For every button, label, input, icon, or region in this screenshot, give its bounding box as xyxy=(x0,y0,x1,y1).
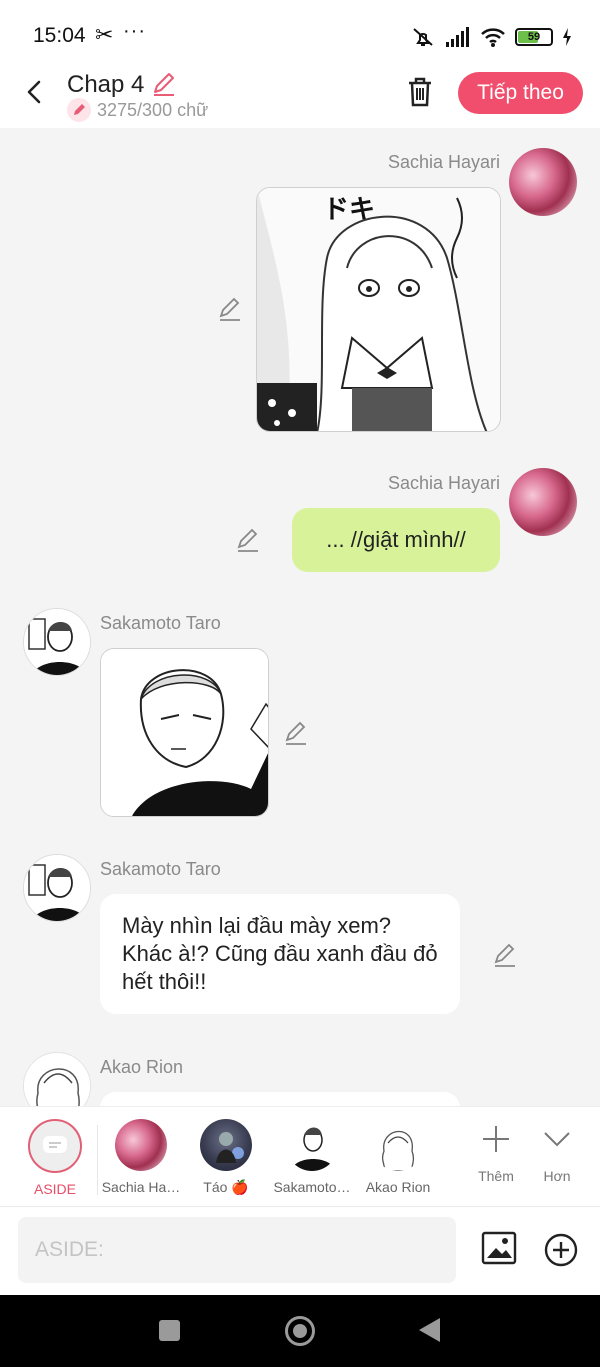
sakamoto-avatar[interactable] xyxy=(23,854,91,922)
message-bubble[interactable]: Mày nhìn lại đầu mày xem? Khác à!? Cũng … xyxy=(100,894,460,1014)
message-image[interactable]: ドキ xyxy=(256,187,501,432)
akao-avatar[interactable] xyxy=(23,1052,91,1106)
pencil-icon xyxy=(67,98,91,122)
charging-icon xyxy=(563,28,571,46)
edit-message-icon[interactable] xyxy=(283,720,309,746)
character-label: Akao Rion xyxy=(365,1179,431,1195)
status-bar: 15:04 ✂ ··· 59 xyxy=(0,0,600,66)
signal-icon xyxy=(446,27,469,47)
back-arrow-icon[interactable] xyxy=(24,78,44,106)
divider xyxy=(97,1125,98,1195)
message-image[interactable] xyxy=(100,648,269,817)
character-sakamoto[interactable]: Sakamoto… xyxy=(270,1119,354,1195)
input-bar xyxy=(0,1206,600,1295)
akao-avatar xyxy=(372,1119,424,1171)
edit-message-icon[interactable] xyxy=(235,527,261,553)
add-label: Thêm xyxy=(478,1168,514,1184)
manga-boy-image xyxy=(101,649,268,816)
character-label: ASIDE xyxy=(33,1181,76,1197)
status-time: 15:04 xyxy=(33,24,86,47)
message-bubble[interactable]: ... //giật mình// xyxy=(292,508,500,572)
plus-icon xyxy=(483,1126,509,1152)
add-circle-icon[interactable] xyxy=(544,1233,578,1267)
sachia-avatar[interactable] xyxy=(509,148,577,216)
character-aside[interactable]: ASIDE xyxy=(13,1119,97,1197)
recent-apps-icon[interactable] xyxy=(159,1320,180,1341)
more-notifications-icon: ··· xyxy=(123,20,146,42)
sachia-avatar xyxy=(115,1119,167,1171)
nav-back-icon[interactable] xyxy=(419,1318,440,1342)
more-label: Hơn xyxy=(543,1168,571,1184)
status-icons: 59 xyxy=(410,24,572,50)
battery-level: 59 xyxy=(527,31,541,43)
sender-name: Sachia Hayari xyxy=(387,473,500,493)
character-label: Táo 🍎 xyxy=(203,1179,249,1195)
edit-title-icon[interactable] xyxy=(150,70,178,98)
chapter-header: Chap 4 3275/300 chữ Tiếp theo xyxy=(0,66,600,128)
sender-name: Sakamoto Taro xyxy=(100,613,221,633)
edit-message-icon[interactable] xyxy=(492,942,518,968)
chat-area[interactable]: Sachia Hayari ドキ Sachia Hayari ... //giậ… xyxy=(0,128,600,1106)
home-icon[interactable] xyxy=(285,1316,315,1346)
sender-name: Sachia Hayari xyxy=(387,152,500,172)
edit-message-icon[interactable] xyxy=(217,296,243,322)
word-count: 3275/300 chữ xyxy=(97,99,209,120)
more-button[interactable]: Hơn xyxy=(527,1123,587,1184)
character-sachia[interactable]: Sachia Ha… xyxy=(99,1119,183,1195)
system-nav-bar xyxy=(0,1295,600,1367)
sender-name: Sakamoto Taro xyxy=(100,859,221,879)
mute-vibrate-icon xyxy=(413,28,433,46)
character-akao[interactable]: Akao Rion xyxy=(356,1119,440,1195)
svg-text:ドキ: ドキ xyxy=(323,195,375,225)
sender-name: Akao Rion xyxy=(100,1057,184,1077)
tao-avatar xyxy=(200,1119,252,1171)
character-selector: ASIDE Sachia Ha… Táo 🍎 Sakamoto… Akao Ri… xyxy=(0,1106,600,1206)
chapter-title: Chap 4 xyxy=(67,71,145,98)
image-icon[interactable] xyxy=(481,1231,517,1265)
sakamoto-avatar[interactable] xyxy=(23,608,91,676)
manga-girl-image: ドキ xyxy=(257,188,500,431)
character-label: Sakamoto… xyxy=(273,1179,351,1195)
add-character-button[interactable]: Thêm xyxy=(466,1123,526,1184)
chevron-down-icon xyxy=(544,1132,570,1147)
message-input[interactable] xyxy=(18,1217,456,1283)
message-bubble[interactable] xyxy=(100,1092,460,1106)
word-count-row: 3275/300 chữ xyxy=(67,98,208,122)
wifi-icon xyxy=(481,28,505,47)
battery-icon: 59 xyxy=(515,28,553,46)
capcut-icon: ✂ xyxy=(95,22,114,47)
next-button[interactable]: Tiếp theo xyxy=(458,72,583,114)
character-label: Sachia Ha… xyxy=(101,1179,181,1195)
character-tao[interactable]: Táo 🍎 xyxy=(184,1119,268,1196)
trash-icon[interactable] xyxy=(405,76,435,108)
sakamoto-avatar xyxy=(286,1119,338,1171)
aside-chat-icon xyxy=(28,1119,82,1173)
sachia-avatar[interactable] xyxy=(509,468,577,536)
